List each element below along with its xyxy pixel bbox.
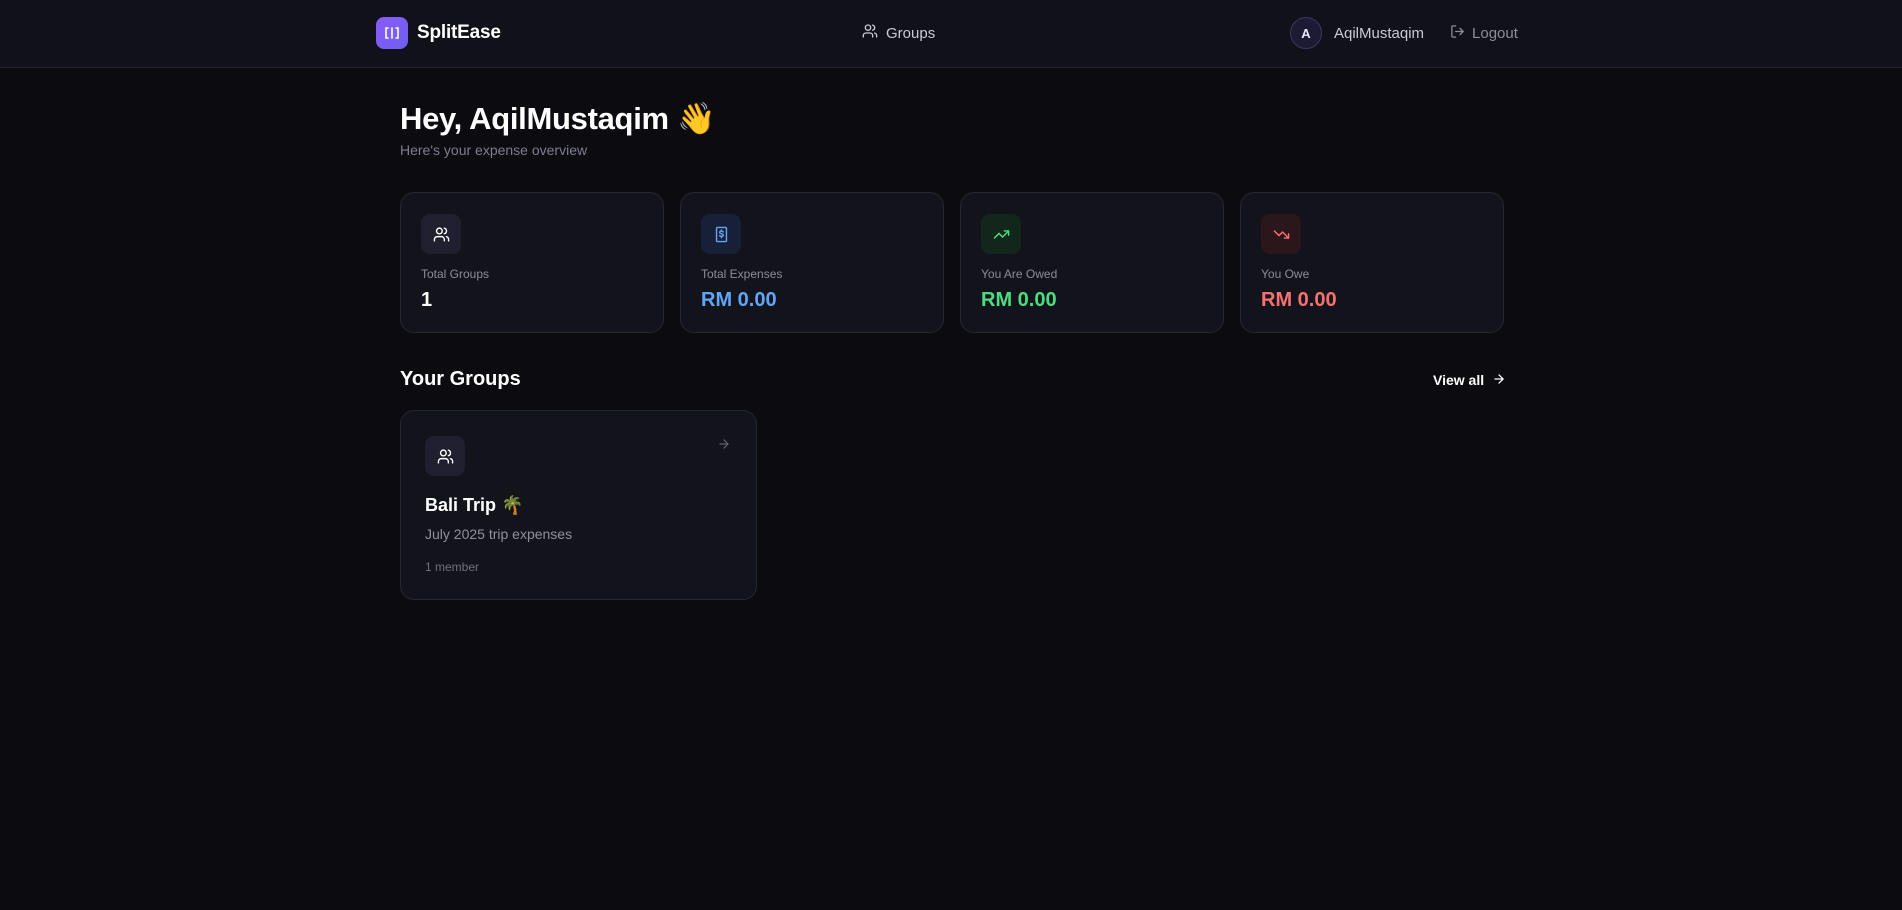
stat-value: RM 0.00: [701, 289, 777, 311]
stat-label: You Owe: [1261, 267, 1310, 281]
stat-card-you-are-owed: You Are Owed RM 0.00: [960, 192, 1224, 333]
avatar[interactable]: A: [1290, 17, 1322, 49]
stat-label: You Are Owed: [981, 267, 1058, 281]
trending-down-icon: [1261, 214, 1301, 254]
username: AqilMustaqim: [1334, 24, 1425, 42]
group-name: Bali Trip 🌴: [425, 495, 524, 515]
page-title: Hey, AqilMustaqim 👋: [400, 101, 716, 136]
brand[interactable]: SplitEase: [376, 17, 501, 49]
dollar-receipt-icon: [701, 214, 741, 254]
section-title: Your Groups: [400, 368, 521, 390]
stat-value: RM 0.00: [981, 289, 1057, 311]
page-subtitle: Here's your expense overview: [400, 142, 588, 158]
nav-groups-link[interactable]: Groups: [862, 22, 935, 44]
stat-card-total-expenses: Total Expenses RM 0.00: [680, 192, 944, 333]
stat-label: Total Groups: [421, 267, 490, 281]
top-navbar: SplitEase Groups A AqilMustaqim Logout: [0, 0, 1902, 68]
brand-name: SplitEase: [417, 22, 501, 43]
users-icon: [862, 23, 878, 43]
users-icon: [421, 214, 461, 254]
nav-groups-label: Groups: [886, 24, 936, 42]
stat-card-total-groups: Total Groups 1: [400, 192, 664, 333]
stat-label: Total Expenses: [701, 267, 783, 281]
user-area: A AqilMustaqim Logout: [1290, 17, 1518, 49]
split-logo-icon: [376, 17, 408, 49]
logout-label: Logout: [1472, 24, 1518, 42]
stat-value: 1: [421, 289, 433, 311]
arrow-right-icon: [1492, 372, 1506, 389]
stat-card-you-owe: You Owe RM 0.00: [1240, 192, 1504, 333]
users-icon: [425, 436, 465, 476]
arrow-right-icon: [717, 437, 731, 456]
view-all-link[interactable]: View all: [1433, 370, 1506, 390]
group-description: July 2025 trip expenses: [425, 526, 573, 542]
stat-value: RM 0.00: [1261, 289, 1337, 311]
group-member-count: 1 member: [425, 560, 480, 574]
group-card[interactable]: Bali Trip 🌴 July 2025 trip expenses 1 me…: [400, 410, 757, 600]
logout-button[interactable]: Logout: [1450, 24, 1518, 43]
trending-up-icon: [981, 214, 1021, 254]
view-all-label: View all: [1433, 372, 1485, 388]
logout-icon: [1450, 24, 1465, 43]
